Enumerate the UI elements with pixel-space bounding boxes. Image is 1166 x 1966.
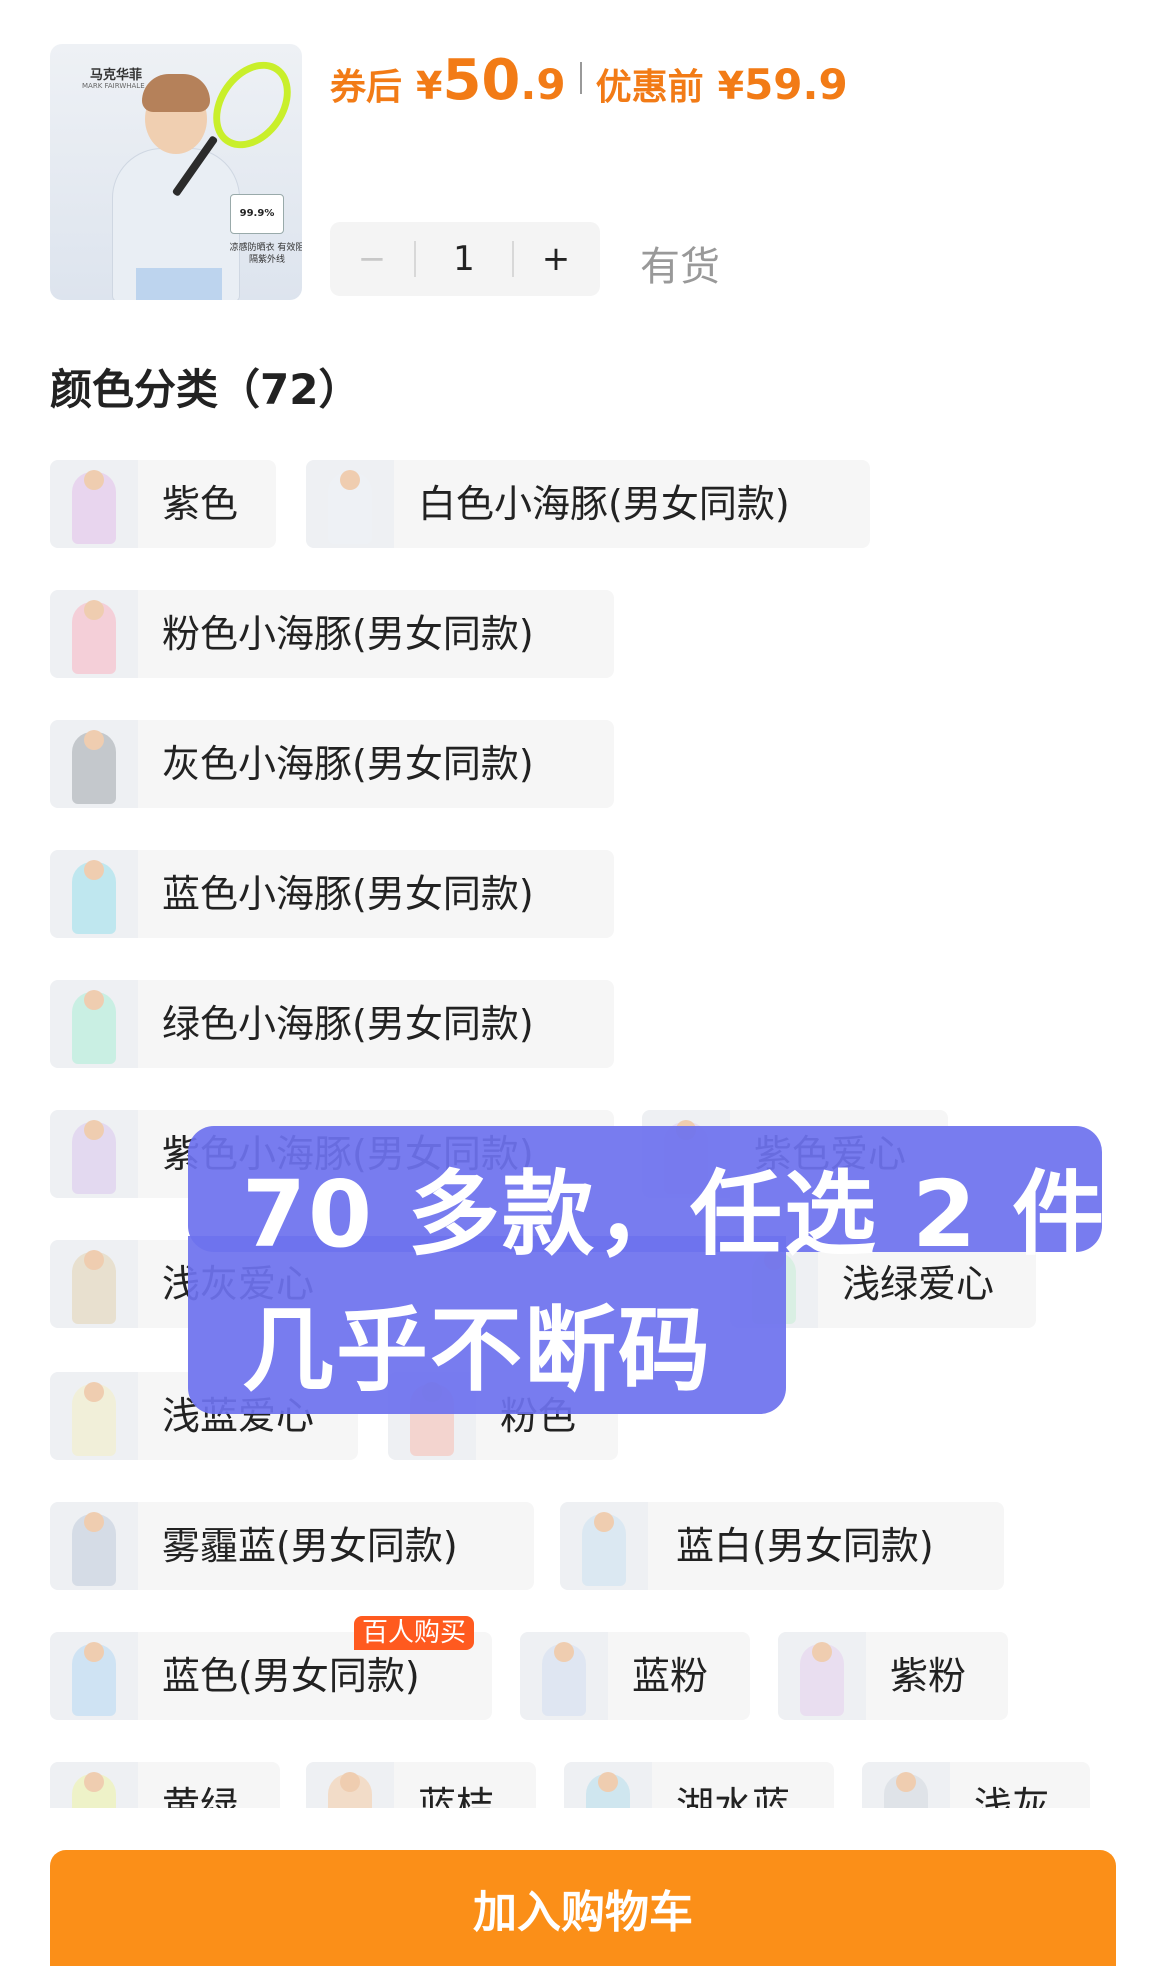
product-thumbnail[interactable]: 马克华菲 MARK FAIRWHALE 99.9% 凉感防晒衣 有效阻隔紫外线: [50, 44, 302, 300]
color-thumb-image: [50, 1632, 138, 1720]
thumb-hair: [142, 74, 210, 112]
after-coupon-yen: ¥: [416, 64, 443, 108]
color-thumb-image: [50, 1502, 138, 1590]
color-thumb-image: [50, 850, 138, 938]
before-yen: ¥: [717, 64, 745, 108]
color-thumb-image: [50, 1372, 138, 1460]
color-thumb-image: [50, 460, 138, 548]
color-option[interactable]: 蓝色小海豚(男女同款): [50, 850, 614, 938]
stock-status: 有货: [640, 244, 720, 290]
color-thumb-image: [50, 720, 138, 808]
before-price: 59.9: [744, 60, 848, 109]
color-option-label: 蓝白(男女同款): [676, 1524, 934, 1568]
color-thumb-head: [84, 600, 104, 620]
after-coupon-label: 券后: [330, 67, 403, 108]
color-option[interactable]: 绿色小海豚(男女同款): [50, 980, 614, 1068]
promo-text-line1: 70 多款，任选 2 件: [242, 1161, 1107, 1268]
color-section-title: 颜色分类（72）: [50, 365, 361, 414]
color-option[interactable]: 蓝粉: [520, 1632, 750, 1720]
color-thumb-image: [50, 1110, 138, 1198]
color-option-label: 雾霾蓝(男女同款): [162, 1524, 458, 1568]
color-option-label: 白色小海豚(男女同款): [418, 482, 790, 526]
thumb-caption: 凉感防晒衣 有效阻隔紫外线: [229, 243, 302, 265]
color-option[interactable]: 灰色小海豚(男女同款): [50, 720, 614, 808]
color-thumb-head: [340, 470, 360, 490]
decrease-button[interactable]: −: [330, 239, 414, 279]
color-thumb-head: [896, 1772, 916, 1792]
color-thumb-head: [84, 1772, 104, 1792]
color-thumb-image: [560, 1502, 648, 1590]
color-thumb-image: [778, 1632, 866, 1720]
color-option[interactable]: 蓝白(男女同款): [560, 1502, 1004, 1590]
color-thumb-head: [812, 1642, 832, 1662]
promo-text-line2: 几乎不断码: [242, 1297, 713, 1404]
price-row: 券后 ¥ 50 .9 优惠前 ¥ 59.9: [330, 48, 848, 113]
color-option-label: 蓝粉: [632, 1654, 709, 1698]
color-option[interactable]: 白色小海豚(男女同款): [306, 460, 870, 548]
color-thumb-image: [50, 590, 138, 678]
color-option-label: 绿色小海豚(男女同款): [162, 1002, 534, 1046]
popular-badge: 百人购买: [354, 1616, 475, 1650]
increase-button[interactable]: +: [514, 239, 598, 279]
color-option-label: 灰色小海豚(男女同款): [162, 742, 534, 786]
list-fade-mask: [0, 1808, 1166, 1856]
after-coupon-price-dec: .9: [520, 60, 566, 109]
color-thumb-head: [84, 730, 104, 750]
thumb-brand: 马克华菲: [90, 68, 143, 83]
thumb-uv-tag: 99.9%: [230, 194, 284, 234]
color-thumb-head: [84, 470, 104, 490]
color-option-label: 紫色: [162, 482, 239, 526]
price-divider: [579, 62, 582, 94]
color-thumb-image: [50, 980, 138, 1068]
color-thumb-head: [84, 990, 104, 1010]
color-option[interactable]: 紫色: [50, 460, 276, 548]
color-thumb-image: [50, 1240, 138, 1328]
thumb-brand-en: MARK FAIRWHALE: [82, 82, 145, 90]
color-option[interactable]: 雾霾蓝(男女同款): [50, 1502, 534, 1590]
color-option-label: 粉色小海豚(男女同款): [162, 612, 534, 656]
color-option-label: 蓝色小海豚(男女同款): [162, 872, 534, 916]
color-thumb-head: [84, 1120, 104, 1140]
color-thumb-head: [340, 1772, 360, 1792]
color-thumb-head: [598, 1772, 618, 1792]
add-to-cart-button[interactable]: 加入购物车: [50, 1850, 1116, 1966]
color-thumb-head: [84, 1512, 104, 1532]
color-thumb-head: [84, 1382, 104, 1402]
color-option[interactable]: 粉色小海豚(男女同款): [50, 590, 614, 678]
color-thumb-head: [84, 1642, 104, 1662]
color-option[interactable]: 紫粉: [778, 1632, 1008, 1720]
color-thumb-image: [306, 460, 394, 548]
after-coupon-price-int: 50: [442, 48, 521, 113]
color-thumb-head: [84, 1250, 104, 1270]
thumb-pants: [136, 268, 222, 300]
quantity-value[interactable]: 1: [416, 239, 512, 279]
color-thumb-image: [520, 1632, 608, 1720]
color-thumb-head: [594, 1512, 614, 1532]
color-thumb-head: [84, 860, 104, 880]
before-label: 优惠前: [595, 67, 704, 108]
color-thumb-head: [554, 1642, 574, 1662]
quantity-stepper: − 1 +: [330, 222, 600, 296]
color-option-label: 紫粉: [890, 1654, 967, 1698]
